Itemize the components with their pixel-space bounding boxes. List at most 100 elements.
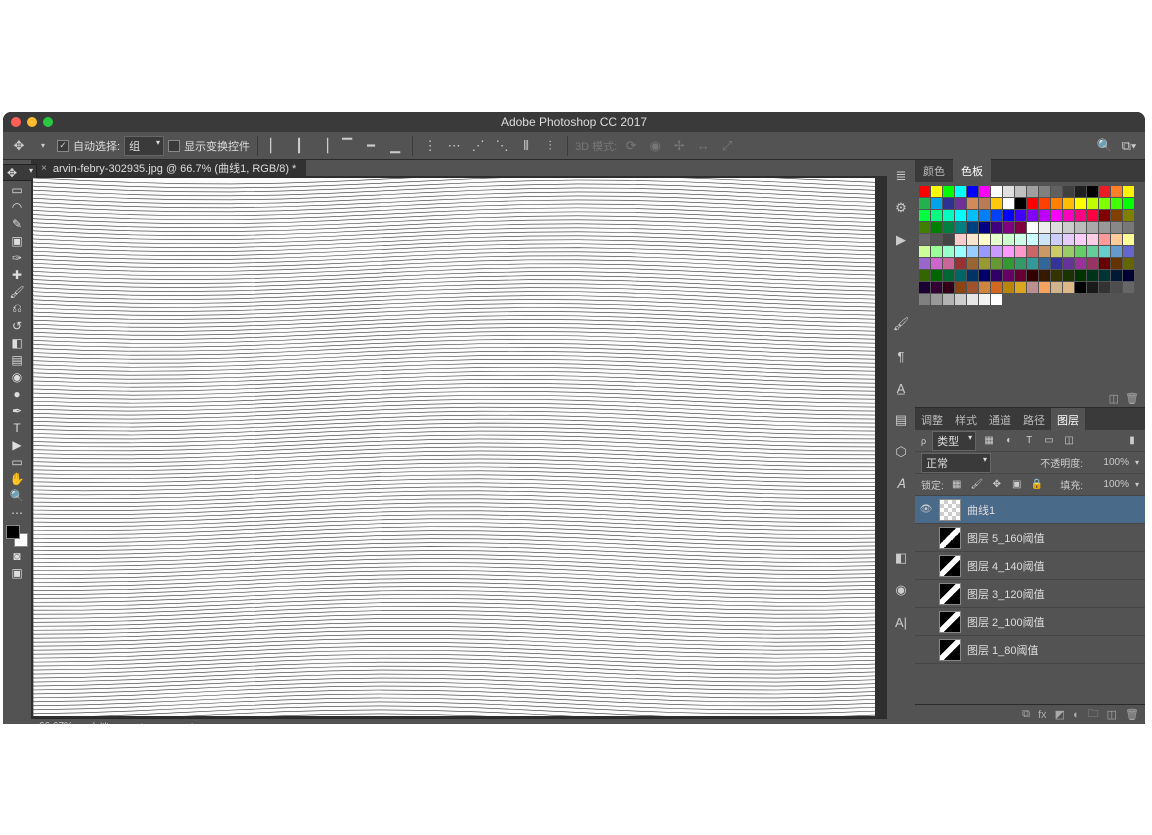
layer-visibility-icon[interactable]: 👁 (919, 503, 933, 517)
swatch[interactable] (955, 294, 966, 305)
history-panel-icon[interactable]: ≣ (891, 166, 911, 186)
swatch[interactable] (1027, 234, 1038, 245)
swatch[interactable] (943, 246, 954, 257)
swatch[interactable] (1123, 282, 1134, 293)
layer-thumbnail[interactable] (939, 499, 961, 521)
swatch[interactable] (1051, 246, 1062, 257)
layer-mask-icon[interactable]: ◩ (1055, 708, 1065, 721)
swatch[interactable] (919, 282, 930, 293)
swatch[interactable] (1027, 282, 1038, 293)
swatch[interactable] (991, 270, 1002, 281)
swatch[interactable] (931, 198, 942, 209)
layer-thumbnail[interactable] (939, 583, 961, 605)
edit-toolbar-icon[interactable]: ⋯ (5, 504, 29, 521)
distribute-h-icon[interactable]: ⋮ (420, 136, 440, 156)
swatch[interactable] (931, 210, 942, 221)
swatch[interactable] (1123, 198, 1134, 209)
crop-tool[interactable]: ▣ (5, 232, 29, 249)
filter-shape-icon[interactable]: ▭ (1042, 434, 1056, 448)
swatch[interactable] (1087, 282, 1098, 293)
document-tab[interactable]: × arvin-febry-302935.jpg @ 66.7% (曲线1, R… (31, 160, 306, 176)
link-layers-icon[interactable]: ⧉ (1022, 708, 1030, 721)
swatch[interactable] (1003, 210, 1014, 221)
swatch[interactable] (991, 282, 1002, 293)
swatch[interactable] (1015, 282, 1026, 293)
lock-transparency-icon[interactable]: ▦ (950, 478, 964, 492)
swatch[interactable] (1111, 270, 1122, 281)
swatch[interactable] (1123, 210, 1134, 221)
swatch[interactable] (979, 270, 990, 281)
layer-visibility-icon[interactable] (919, 587, 933, 601)
swatch[interactable] (931, 282, 942, 293)
swatch[interactable] (1123, 222, 1134, 233)
swatch[interactable] (955, 186, 966, 197)
swatch[interactable] (919, 270, 930, 281)
swatch[interactable] (1015, 258, 1026, 269)
swatch[interactable] (979, 210, 990, 221)
screen-mode-tool[interactable]: ▣ (5, 564, 29, 581)
swatch[interactable] (1111, 222, 1122, 233)
swatch[interactable] (1075, 222, 1086, 233)
swatch[interactable] (1099, 258, 1110, 269)
swatch[interactable] (1087, 222, 1098, 233)
swatch[interactable] (943, 270, 954, 281)
new-fill-adjust-icon[interactable]: ◐ (1073, 709, 1080, 721)
swatch[interactable] (979, 246, 990, 257)
swatch[interactable] (1015, 222, 1026, 233)
swatch[interactable] (955, 246, 966, 257)
swatch[interactable] (1111, 210, 1122, 221)
auto-select-checkbox[interactable]: ✓ (57, 140, 69, 152)
swatch[interactable] (1027, 210, 1038, 221)
blend-mode-dropdown[interactable]: 正常 (921, 453, 991, 473)
eraser-tool[interactable]: ◧ (5, 334, 29, 351)
swatch[interactable] (955, 234, 966, 245)
swatch[interactable] (1111, 186, 1122, 197)
swatch[interactable] (1039, 198, 1050, 209)
swatch[interactable] (1063, 210, 1074, 221)
tool-preset-chevron-icon[interactable]: ▾ (33, 136, 53, 156)
layer-row[interactable]: 图层 3_120阈值 (915, 580, 1145, 608)
history-brush-tool[interactable]: ↺ (5, 317, 29, 334)
swatch[interactable] (1063, 258, 1074, 269)
quick-select-tool[interactable]: ✎ (5, 215, 29, 232)
swatch[interactable] (979, 258, 990, 269)
swatch[interactable] (1015, 246, 1026, 257)
swatch[interactable] (1003, 246, 1014, 257)
swatch[interactable] (991, 210, 1002, 221)
hand-tool[interactable]: ✋ (5, 470, 29, 487)
swatch[interactable] (1063, 246, 1074, 257)
swatch[interactable] (943, 198, 954, 209)
paragraph-panel-icon[interactable]: ¶ (891, 346, 911, 366)
tab-close-icon[interactable]: × (41, 163, 47, 174)
dodge-tool[interactable]: ● (5, 385, 29, 402)
swatch[interactable] (1027, 222, 1038, 233)
swatch[interactable] (1099, 198, 1110, 209)
swatch[interactable] (1075, 246, 1086, 257)
layer-thumbnail[interactable] (939, 639, 961, 661)
swatch[interactable] (1051, 270, 1062, 281)
swatch[interactable] (955, 198, 966, 209)
healing-tool[interactable]: ✚ (5, 266, 29, 283)
swatch[interactable] (1039, 210, 1050, 221)
tab-path[interactable]: 路径 (1017, 408, 1051, 430)
swatch[interactable] (1003, 222, 1014, 233)
canvas-viewport[interactable] (31, 176, 887, 718)
swatch[interactable] (979, 198, 990, 209)
swatch[interactable] (919, 234, 930, 245)
3d-panel-icon[interactable]: ⬡ (891, 442, 911, 462)
swatch[interactable] (991, 294, 1002, 305)
swatch[interactable] (1063, 198, 1074, 209)
layer-visibility-icon[interactable] (919, 643, 933, 657)
layer-visibility-icon[interactable] (919, 615, 933, 629)
swatch[interactable] (931, 222, 942, 233)
swatch[interactable] (991, 246, 1002, 257)
swatch[interactable] (1039, 270, 1050, 281)
swatch[interactable] (1123, 246, 1134, 257)
swatch[interactable] (1015, 186, 1026, 197)
swatch[interactable] (1051, 222, 1062, 233)
swatch[interactable] (943, 294, 954, 305)
clone-tool[interactable]: ⎌ (5, 300, 29, 317)
swatch[interactable] (1003, 270, 1014, 281)
swatch[interactable] (931, 258, 942, 269)
swatch[interactable] (967, 186, 978, 197)
